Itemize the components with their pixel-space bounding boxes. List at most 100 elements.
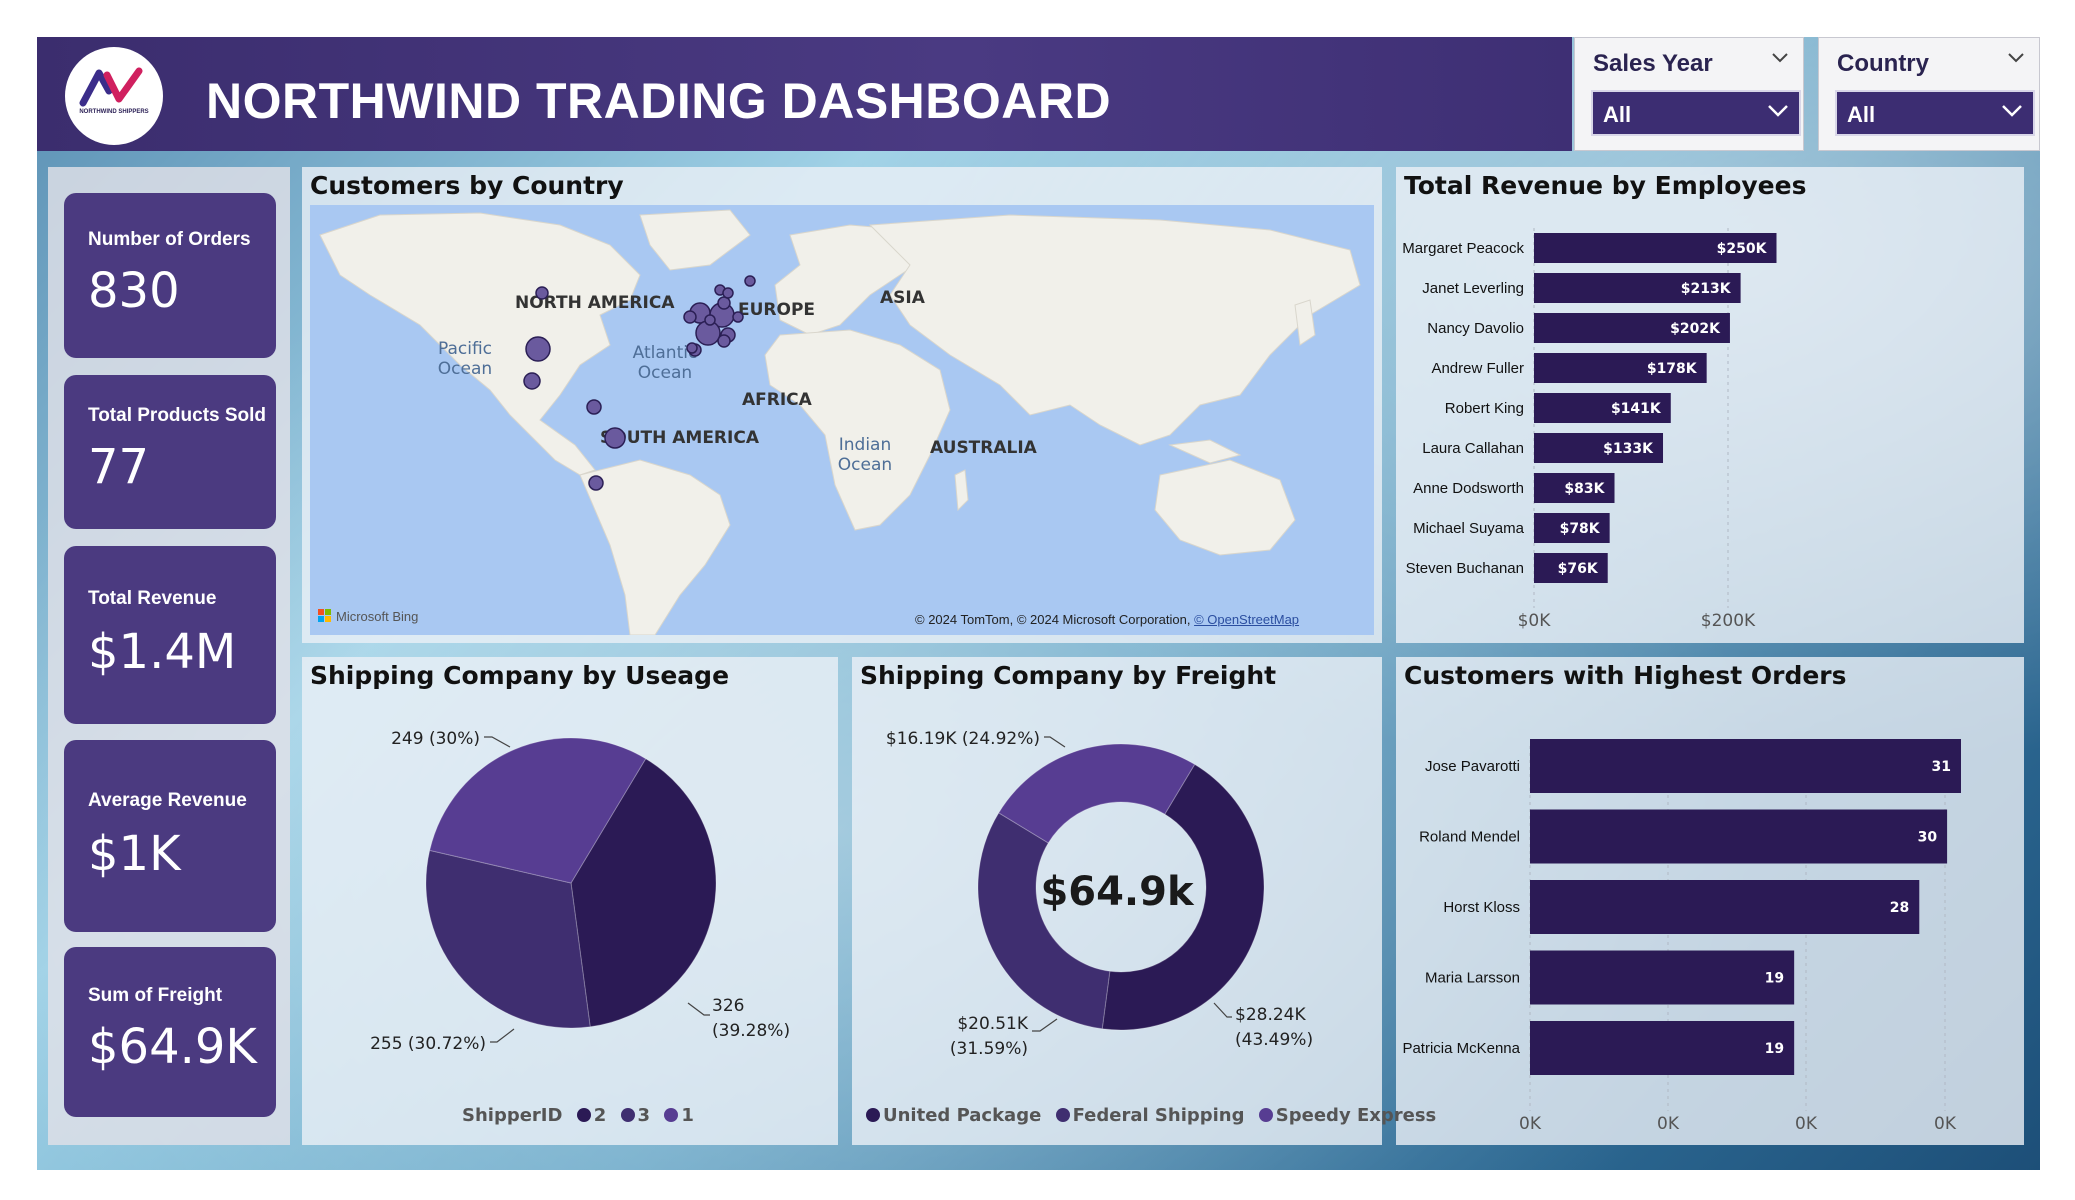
legend-dot-icon	[1258, 1108, 1273, 1122]
map-bubble[interactable]	[586, 399, 602, 415]
openstreetmap-link[interactable]: © OpenStreetMap	[1194, 612, 1299, 627]
chevron-down-icon	[1768, 105, 1788, 117]
sales-year-slicer: Sales Year All	[1574, 37, 1804, 151]
category-label: Laura Callahan	[1422, 440, 1524, 457]
sales-year-dropdown[interactable]: All	[1591, 90, 1801, 136]
data-label: 255 (30.72%)	[370, 1034, 486, 1054]
data-label: 28	[1890, 900, 1909, 916]
map-bubble[interactable]	[523, 372, 541, 390]
orders-bar-chart: 0K 0K 0K 0K Jose Pavarotti 31 Roland Mendel 30 H…	[1402, 739, 1961, 1134]
category-label: Janet Leverling	[1422, 280, 1524, 297]
bar[interactable]	[1530, 809, 1948, 864]
kpi-value: $64.9K	[88, 1019, 257, 1075]
category-label: Robert King	[1445, 400, 1524, 417]
sales-year-value: All	[1603, 102, 1632, 127]
page-title: NORTHWIND TRADING DASHBOARD	[206, 73, 1112, 129]
data-label: (39.28%)	[712, 1021, 790, 1041]
data-label: $28.24K	[1235, 1005, 1306, 1025]
legend-item[interactable]: Speedy Express	[1258, 1105, 1436, 1126]
map-bubble[interactable]	[744, 275, 756, 287]
map-bubble[interactable]	[722, 287, 734, 299]
kpi-label: Sum of Freight	[88, 985, 223, 1006]
kpi-value: $1.4M	[88, 624, 237, 680]
x-tick-label: $200K	[1701, 611, 1756, 631]
useage-pie-chart: 326 (39.28%) 255 (30.72%) 249 (30%)	[370, 729, 790, 1054]
legend-item[interactable]: 2	[576, 1105, 606, 1126]
data-label: $76K	[1558, 561, 1599, 577]
useage-legend: ShipperID 2 3 1	[462, 1105, 702, 1126]
pie-slice[interactable]	[977, 812, 1111, 1030]
country-dropdown[interactable]: All	[1835, 90, 2035, 136]
shipping-freight-panel: Shipping Company by Freight $28.24K (43.4…	[852, 657, 1436, 1145]
pie-slice[interactable]	[998, 743, 1196, 844]
employees-bar-chart: $0K $200K Margaret Peacock $250K Janet Lever…	[1402, 228, 1777, 631]
company-logo: NORTHWIND SHIPPERS	[65, 47, 163, 145]
data-label: $202K	[1670, 321, 1721, 337]
data-label: $213K	[1681, 281, 1732, 297]
chevron-down-icon[interactable]	[2007, 52, 2025, 64]
category-label: Andrew Fuller	[1431, 360, 1524, 377]
data-label: $78K	[1560, 521, 1601, 537]
bar[interactable]	[1530, 1021, 1795, 1075]
x-tick-label: 0K	[1657, 1114, 1680, 1134]
bar[interactable]	[1530, 950, 1795, 1005]
legend-dot-icon	[620, 1108, 635, 1122]
kpi-value: 77	[88, 439, 150, 495]
data-label: 31	[1932, 759, 1951, 775]
map-bubble[interactable]	[717, 334, 731, 348]
kpi-value: $1K	[88, 826, 181, 882]
category-label: Nancy Davolio	[1427, 320, 1524, 337]
x-tick-label: 0K	[1795, 1114, 1818, 1134]
data-label: $178K	[1647, 361, 1698, 377]
legend-item[interactable]: 3	[620, 1105, 650, 1126]
country-title: Country	[1837, 50, 1929, 77]
customers-highest-orders-panel: Customers with Highest Orders 0K 0K 0K 0K Jo…	[1396, 657, 2024, 1145]
bar[interactable]	[1530, 880, 1920, 934]
map-bubble[interactable]	[683, 310, 697, 324]
map-bubble[interactable]	[717, 296, 731, 310]
legend-dot-icon	[866, 1108, 880, 1122]
logo-mark-icon	[79, 67, 143, 107]
logo-text: NORTHWIND SHIPPERS	[79, 109, 149, 115]
kpi-total-revenue: Total Revenue $1.4M	[64, 546, 276, 724]
category-label: Margaret Peacock	[1402, 240, 1524, 257]
legend-dot-icon	[664, 1108, 679, 1122]
kpi-label: Total Revenue	[88, 588, 217, 609]
legend-item[interactable]: United Package	[866, 1105, 1041, 1126]
customers-by-country-panel: Customers by Country NORTH AMERICA EUROP…	[302, 167, 1382, 643]
chevron-down-icon	[2002, 105, 2022, 117]
category-label: Jose Pavarotti	[1425, 758, 1520, 775]
category-label: Patricia McKenna	[1402, 1040, 1520, 1057]
map-credit-text: © 2024 TomTom, © 2024 Microsoft Corporat…	[915, 612, 1191, 627]
chevron-down-icon[interactable]	[1771, 52, 1789, 64]
kpi-sum-of-freight: Sum of Freight $64.9K	[64, 947, 276, 1117]
bar[interactable]	[1530, 739, 1961, 793]
map-bubble[interactable]	[686, 342, 698, 354]
map-bubble[interactable]	[535, 286, 549, 300]
country-value: All	[1847, 102, 1876, 127]
kpi-label: Number of Orders	[88, 229, 251, 250]
legend-item[interactable]: Federal Shipping	[1055, 1105, 1245, 1126]
data-label: $83K	[1564, 481, 1605, 497]
data-label: $20.51K	[957, 1014, 1028, 1034]
legend-item[interactable]: 1	[664, 1105, 694, 1126]
map-bubble[interactable]	[525, 336, 551, 362]
map-bubble[interactable]	[704, 314, 716, 326]
x-tick-label: 0K	[1519, 1114, 1542, 1134]
legend-title: ShipperID	[462, 1105, 563, 1126]
kpi-number-of-orders: Number of Orders 830	[64, 193, 276, 358]
world-map[interactable]: NORTH AMERICA EUROPE ASIA AFRICA SOUTH A…	[310, 205, 1374, 635]
data-label: $250K	[1717, 241, 1768, 257]
shipping-useage-panel: Shipping Company by Useage 326 (39.28%) 25…	[302, 657, 838, 1145]
map-bubble[interactable]	[732, 311, 744, 323]
sales-year-title: Sales Year	[1593, 50, 1713, 77]
map-credit: © 2024 TomTom, © 2024 Microsoft Corporat…	[915, 612, 1299, 627]
map-bubble[interactable]	[588, 475, 604, 491]
map-brand: Microsoft Bing	[336, 609, 419, 624]
legend-dot-icon	[1055, 1108, 1070, 1122]
map-bubble[interactable]	[604, 427, 626, 449]
kpi-total-products-sold: Total Products Sold 77	[64, 375, 276, 529]
donut-center-total: $64.9k	[1040, 869, 1194, 915]
data-label: $141K	[1611, 401, 1662, 417]
revenue-by-employees-panel: Total Revenue by Employees $0K $200K Marga…	[1396, 167, 2024, 643]
